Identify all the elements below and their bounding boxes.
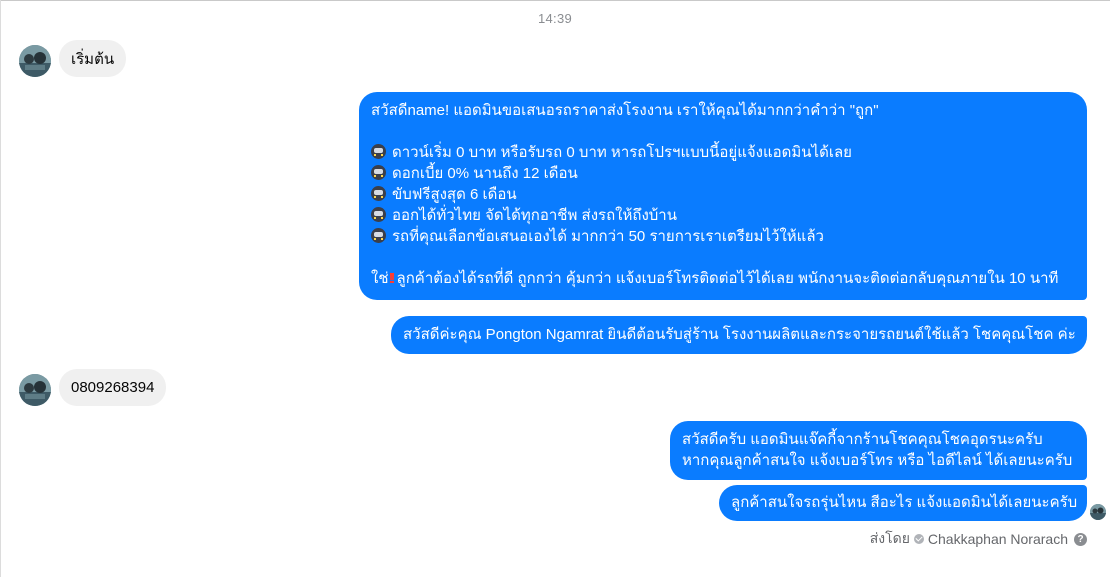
message-text: สวัสดีค่ะคุณ Pongton Ngamrat ยินดีต้อนรั… [403, 326, 1076, 343]
message-line: หากคุณลูกค้าสนใจ แจ้งเบอร์โทร หรือ ไอดีไ… [682, 452, 1073, 469]
message-line: สวัสดีครับ แอดมินแจ๊คกี้จากร้านโชคคุณโชค… [682, 431, 1043, 448]
car-emoji-icon [371, 228, 386, 243]
double-exclamation-icon: !! [388, 270, 396, 287]
contact-avatar[interactable] [19, 374, 51, 406]
outgoing-message-bubble[interactable]: ลูกค้าสนใจรถรุ่นไหน สีอะไร แจ้งแอดมินได้… [719, 485, 1087, 521]
bullet-line: ดอกเบี้ย 0% นานถึง 12 เดือน [371, 163, 1075, 184]
message-timestamp: 14:39 [537, 11, 573, 26]
car-emoji-icon [371, 207, 386, 222]
bullet-line: ขับฟรีสูงสุด 6 เดือน [371, 184, 1075, 205]
bullet-line: ดาวน์เริ่ม 0 บาท หรือรับรถ 0 บาท หารถโปร… [371, 142, 1075, 163]
check-circle-icon [913, 534, 924, 544]
message-text: เริ่มต้น [71, 50, 115, 68]
closing-text: ลูกค้าต้องได้รถที่ดี ถูกกว่า คุ้มกว่า แจ… [396, 270, 1059, 287]
message-text: ลูกค้าสนใจรถรุ่นไหน สีอะไร แจ้งแอดมินได้… [731, 494, 1078, 511]
contact-avatar[interactable] [19, 45, 51, 77]
bullet-text: ออกได้ทั่วไทย จัดได้ทุกอาชีพ ส่งรถให้ถึง… [392, 207, 677, 224]
outgoing-message-bubble[interactable]: สวัสดีครับ แอดมินแจ๊คกี้จากร้านโชคคุณโชค… [670, 421, 1087, 480]
closing-line: ใช่!! ลูกค้าต้องได้รถที่ดี ถูกกว่า คุ้มกว… [371, 268, 1075, 289]
car-emoji-icon [371, 186, 386, 201]
sender-name[interactable]: Chakkaphan Norarach [928, 531, 1068, 547]
outgoing-message-bubble[interactable]: สวัสดีค่ะคุณ Pongton Ngamrat ยินดีต้อนรั… [391, 316, 1087, 354]
car-emoji-icon [371, 165, 386, 180]
bullet-line: รถที่คุณเลือกข้อเสนอเองได้ มากกว่า 50 รา… [371, 226, 1075, 247]
left-divider [0, 0, 1, 577]
message-line: สวัสดีname! แอดมินขอเสนอรถราคาส่งโรงงาน … [371, 102, 879, 119]
question-circle-icon[interactable]: ? [1074, 532, 1087, 546]
message-text: 0809268394 [71, 379, 155, 396]
bullet-text: ขับฟรีสูงสุด 6 เดือน [392, 186, 517, 203]
sent-by-label: ส่งโดย [869, 530, 910, 546]
bullet-line: ออกได้ทั่วไทย จัดได้ทุกอาชีพ ส่งรถให้ถึง… [371, 205, 1075, 226]
bullet-text: ดาวน์เริ่ม 0 บาท หรือรับรถ 0 บาท หารถโปร… [392, 144, 852, 161]
sent-by-info: ส่งโดย Chakkaphan Norarach ? [870, 528, 1087, 550]
car-emoji-icon [371, 144, 386, 159]
top-divider [0, 0, 1110, 1]
seen-by-avatar [1090, 504, 1106, 520]
incoming-message-bubble[interactable]: เริ่มต้น [59, 40, 127, 77]
outgoing-message-bubble[interactable]: สวัสดีname! แอดมินขอเสนอรถราคาส่งโรงงาน … [359, 92, 1087, 300]
bullet-text: รถที่คุณเลือกข้อเสนอเองได้ มากกว่า 50 รา… [392, 228, 824, 245]
closing-prefix: ใช่ [371, 270, 389, 287]
incoming-message-bubble[interactable]: 0809268394 [59, 369, 167, 406]
bullet-text: ดอกเบี้ย 0% นานถึง 12 เดือน [392, 165, 578, 182]
